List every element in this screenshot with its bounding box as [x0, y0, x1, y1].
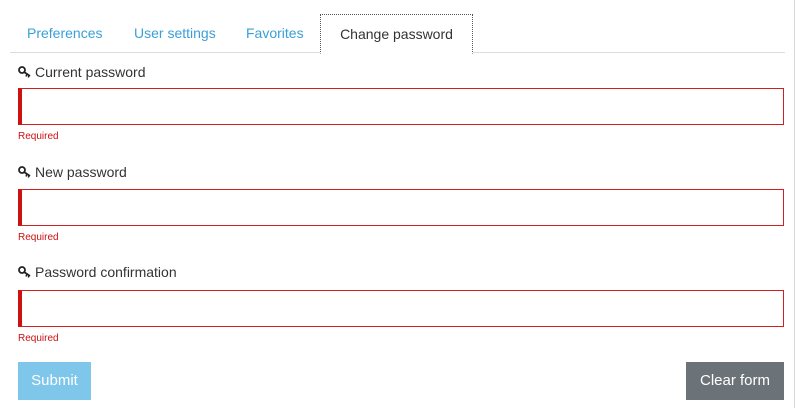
current-password-label-text: Current password	[35, 64, 146, 80]
new-password-input[interactable]	[18, 189, 784, 226]
tab-bar: Preferences User settings Favorites Chan…	[10, 14, 785, 54]
new-password-label-text: New password	[35, 164, 127, 180]
tab-preferences[interactable]: Preferences	[27, 14, 102, 53]
tab-change-password[interactable]: Change password	[320, 14, 473, 54]
password-confirmation-label-text: Password confirmation	[35, 264, 177, 280]
clear-form-button[interactable]: Clear form	[686, 362, 784, 400]
new-password-error: Required	[18, 232, 59, 243]
tab-favorites[interactable]: Favorites	[246, 14, 304, 53]
password-confirmation-input[interactable]	[18, 290, 784, 327]
current-password-label: Current password	[18, 63, 146, 81]
key-icon	[18, 166, 31, 178]
submit-button[interactable]: Submit	[18, 362, 91, 400]
current-password-error: Required	[18, 131, 59, 142]
change-password-panel: Preferences User settings Favorites Chan…	[0, 0, 795, 408]
current-password-input[interactable]	[18, 88, 784, 125]
tab-user-settings[interactable]: User settings	[134, 14, 216, 53]
password-confirmation-label: Password confirmation	[18, 263, 177, 281]
new-password-label: New password	[18, 163, 127, 181]
key-icon	[18, 66, 31, 78]
key-icon	[18, 266, 31, 278]
password-confirmation-error: Required	[18, 333, 59, 344]
